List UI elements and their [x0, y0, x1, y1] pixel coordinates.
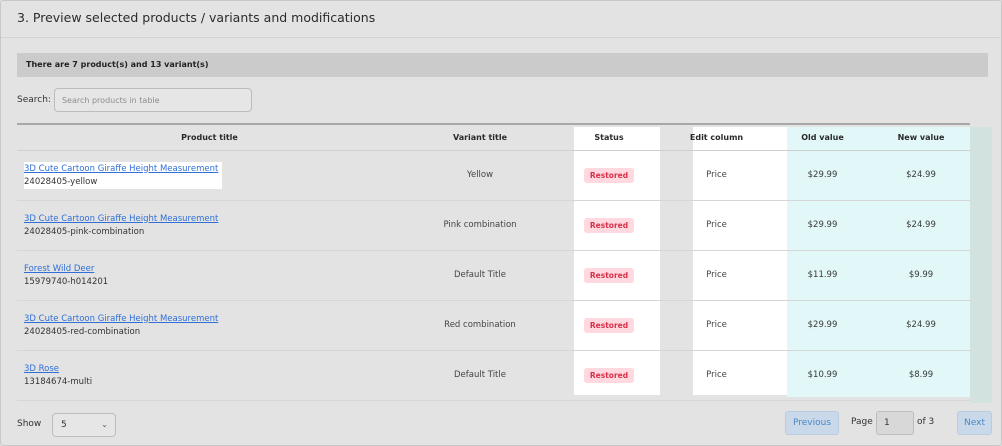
status-cell: Restored — [558, 200, 660, 251]
page-size-value: 5 — [61, 420, 67, 430]
status-badge: Restored — [583, 317, 635, 333]
status-cell: Restored — [558, 250, 660, 301]
scroll-track[interactable] — [970, 127, 992, 403]
product-sku: 24028405-red-combination — [24, 326, 141, 337]
header-new-value[interactable]: New value — [872, 123, 970, 151]
table-header-row: Product title Variant title Status Edit … — [17, 123, 970, 151]
header-old-value[interactable]: Old value — [773, 123, 872, 151]
old-value-cell: $29.99 — [773, 200, 872, 251]
summary-bar: There are 7 product(s) and 13 variant(s) — [17, 53, 988, 77]
header-variant-title[interactable]: Variant title — [402, 123, 558, 151]
product-cell-content: 3D Cute Cartoon Giraffe Height Measureme… — [24, 312, 222, 339]
product-cell-content: 3D Rose 13184674-multi — [24, 362, 96, 389]
table-row: 3D Cute Cartoon Giraffe Height Measureme… — [17, 300, 970, 351]
product-sku: 24028405-pink-combination — [24, 226, 145, 237]
table-row: Forest Wild Deer 15979740-h014201 Defaul… — [17, 250, 970, 301]
table-row: 3D Cute Cartoon Giraffe Height Measureme… — [17, 150, 970, 201]
search-label: Search: — [17, 95, 51, 105]
new-value-cell: $8.99 — [872, 350, 970, 401]
page-label: Page — [851, 417, 873, 427]
product-link[interactable]: 3D Cute Cartoon Giraffe Height Measureme… — [24, 164, 218, 174]
product-link[interactable]: Forest Wild Deer — [24, 264, 108, 274]
show-label: Show — [17, 419, 42, 429]
variant-cell: Default Title — [402, 250, 558, 301]
product-cell-content: 3D Cute Cartoon Giraffe Height Measureme… — [24, 212, 222, 239]
header-edit-column[interactable]: Edit column — [660, 123, 773, 151]
previous-button[interactable]: Previous — [785, 411, 839, 435]
header-status[interactable]: Status — [558, 123, 660, 151]
new-value-cell: $24.99 — [872, 200, 970, 251]
edit-column-cell: Price — [660, 300, 773, 351]
page-number-input[interactable]: 1 — [876, 411, 914, 435]
edit-column-cell: Price — [660, 150, 773, 201]
product-cell: 3D Rose 13184674-multi — [17, 350, 402, 401]
old-value-cell: $29.99 — [773, 150, 872, 201]
status-badge: Restored — [583, 267, 635, 283]
new-value-cell: $24.99 — [872, 300, 970, 351]
variant-cell: Pink combination — [402, 200, 558, 251]
status-cell: Restored — [558, 150, 660, 201]
product-cell-content: Forest Wild Deer 15979740-h014201 — [24, 262, 112, 289]
variant-cell: Yellow — [402, 150, 558, 201]
product-cell: 3D Cute Cartoon Giraffe Height Measureme… — [17, 300, 402, 351]
page-size-select[interactable]: 5 ⌄ — [52, 413, 116, 437]
product-link[interactable]: 3D Cute Cartoon Giraffe Height Measureme… — [24, 314, 218, 324]
page-count-label: of 3 — [917, 417, 935, 427]
new-value-cell: $9.99 — [872, 250, 970, 301]
search-row: Search: — [17, 88, 252, 112]
status-badge: Restored — [583, 367, 635, 383]
header-product-title[interactable]: Product title — [17, 123, 402, 151]
product-cell-content: 3D Cute Cartoon Giraffe Height Measureme… — [24, 161, 223, 189]
product-sku: 15979740-h014201 — [24, 276, 109, 287]
old-value-cell: $10.99 — [773, 350, 872, 401]
new-value-cell: $24.99 — [872, 150, 970, 201]
pagination-footer: Show 5 ⌄ Previous Page 1 of 3 Next — [17, 411, 992, 437]
old-value-cell: $11.99 — [773, 250, 872, 301]
table-row: 3D Cute Cartoon Giraffe Height Measureme… — [17, 200, 970, 251]
product-cell: 3D Cute Cartoon Giraffe Height Measureme… — [17, 200, 402, 251]
edit-column-cell: Price — [660, 200, 773, 251]
next-button[interactable]: Next — [957, 411, 992, 435]
product-sku: 24028405-yellow — [24, 176, 98, 187]
search-input[interactable] — [53, 88, 252, 112]
product-cell: 3D Cute Cartoon Giraffe Height Measureme… — [17, 150, 402, 201]
product-cell: Forest Wild Deer 15979740-h014201 — [17, 250, 402, 301]
old-value-cell: $29.99 — [773, 300, 872, 351]
product-sku: 13184674-multi — [24, 376, 93, 387]
variant-cell: Default Title — [402, 350, 558, 401]
products-table-wrap: Product title Variant title Status Edit … — [17, 123, 992, 403]
status-cell: Restored — [558, 350, 660, 401]
edit-column-cell: Price — [660, 350, 773, 401]
status-badge: Restored — [583, 167, 635, 183]
products-table: Product title Variant title Status Edit … — [17, 123, 970, 401]
table-row: 3D Rose 13184674-multi Default Title Res… — [17, 350, 970, 401]
status-cell: Restored — [558, 300, 660, 351]
product-link[interactable]: 3D Rose — [24, 364, 92, 374]
status-badge: Restored — [583, 217, 635, 233]
variant-cell: Red combination — [402, 300, 558, 351]
section-title: 3. Preview selected products / variants … — [1, 1, 1001, 38]
product-link[interactable]: 3D Cute Cartoon Giraffe Height Measureme… — [24, 214, 218, 224]
chevron-down-icon: ⌄ — [101, 420, 108, 429]
preview-panel: 3. Preview selected products / variants … — [0, 0, 1002, 446]
edit-column-cell: Price — [660, 250, 773, 301]
